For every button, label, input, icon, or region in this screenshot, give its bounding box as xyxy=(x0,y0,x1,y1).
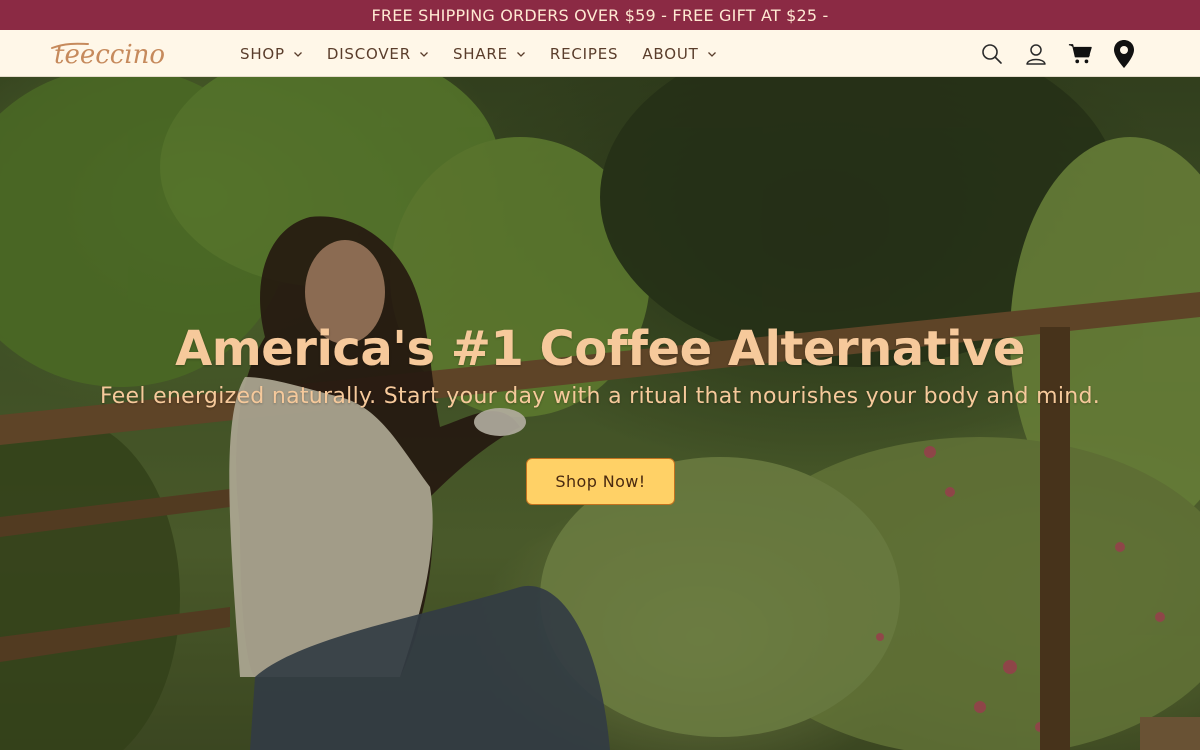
announcement-bar: FREE SHIPPING ORDERS OVER $59 - FREE GIF… xyxy=(0,0,1200,30)
nav-item-label: SHARE xyxy=(452,44,508,63)
chevron-down-icon xyxy=(707,49,717,59)
nav-item-share[interactable]: SHARE xyxy=(453,30,526,77)
nav-item-discover[interactable]: DISCOVER xyxy=(327,30,429,77)
account-button[interactable] xyxy=(1024,40,1048,68)
search-button[interactable] xyxy=(980,40,1004,68)
main-nav: SHOP DISCOVER SHARE RECIPES ABOUT xyxy=(240,30,741,77)
svg-text:teeccino: teeccino xyxy=(54,40,165,70)
nav-item-about[interactable]: ABOUT xyxy=(642,30,716,77)
logo-wordmark: teeccino xyxy=(51,40,165,70)
site-header: teeccino SHOP DISCOVER SHARE RECIPES ABO… xyxy=(0,30,1200,77)
hero-overlay xyxy=(0,77,1200,750)
nav-item-label: DISCOVER xyxy=(326,44,411,63)
search-icon xyxy=(982,43,1002,64)
header-icons xyxy=(980,30,1136,77)
nav-item-label: ABOUT xyxy=(642,44,699,63)
nav-item-shop[interactable]: SHOP xyxy=(240,30,303,77)
cart-button[interactable] xyxy=(1068,40,1092,68)
hero-title: America's #1 Coffee Alternative xyxy=(175,321,1025,377)
cart-icon xyxy=(1068,43,1092,63)
announcement-text: FREE SHIPPING ORDERS OVER $59 - FREE GIF… xyxy=(371,5,829,25)
logo[interactable]: teeccino xyxy=(48,36,200,70)
hero-subtitle: Feel energized naturally. Start your day… xyxy=(99,384,1101,409)
chevron-down-icon xyxy=(293,49,303,59)
shop-now-button[interactable]: Shop Now! xyxy=(526,458,675,505)
account-icon xyxy=(1026,43,1046,65)
chevron-down-icon xyxy=(516,49,526,59)
nav-item-label: SHOP xyxy=(240,44,285,63)
hero-banner: America's #1 Coffee Alternative Feel ene… xyxy=(0,77,1200,750)
store-locator-button[interactable] xyxy=(1112,39,1136,68)
location-pin-icon xyxy=(1114,39,1134,68)
chevron-down-icon xyxy=(419,49,429,59)
nav-item-label: RECIPES xyxy=(549,44,619,63)
nav-item-recipes[interactable]: RECIPES xyxy=(550,30,618,77)
